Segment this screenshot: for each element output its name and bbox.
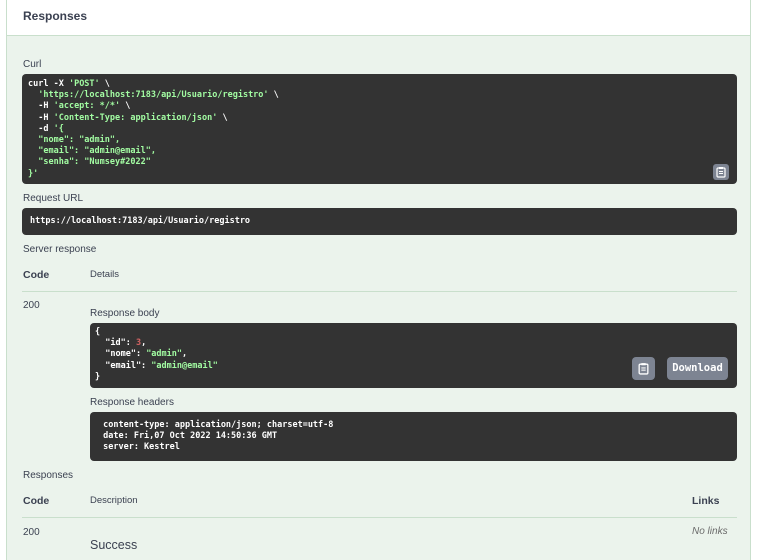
response-headers-block[interactable]: content-type: application/json; charset=… [90, 412, 737, 461]
responses-description-header: Description [90, 495, 138, 506]
response-body-line: { [95, 327, 101, 337]
copy-curl-button[interactable] [713, 164, 729, 180]
server-response-label: Server response [23, 244, 97, 255]
curl-line: "email": "admin@email", [28, 146, 156, 157]
server-response-code: 200 [23, 300, 40, 311]
clipboard-icon [716, 167, 726, 178]
curl-code-block[interactable]: curl -X 'POST' \ 'https://localhost:7183… [22, 74, 737, 184]
responses-links-header: Links [692, 495, 720, 507]
responses-header: Responses [7, 0, 750, 36]
response-body-block[interactable]: { "id": 3, "nome": "admin", "email": "ad… [90, 323, 737, 388]
curl-line: -H 'accept: */*' \ [28, 101, 131, 112]
responses-code: 200 [23, 527, 40, 538]
server-response-code-header: Code [23, 269, 50, 281]
response-body-line: "nome": "admin", [95, 349, 188, 360]
download-button[interactable]: Download [667, 357, 728, 380]
curl-line: }' [28, 168, 39, 179]
curl-line: "nome": "admin", [28, 135, 121, 146]
curl-line: -H 'Content-Type: application/json' \ [28, 112, 228, 123]
curl-line: curl -X 'POST' \ [28, 79, 110, 89]
responses-description: Success [90, 538, 138, 552]
copy-response-button[interactable] [632, 357, 655, 380]
section-title: Responses [23, 9, 88, 23]
response-body-line: } [95, 371, 101, 382]
responses-divider [22, 517, 737, 518]
response-header-line: content-type: application/json; charset=… [98, 420, 339, 430]
server-response-divider [22, 291, 737, 292]
responses-code-header: Code [23, 495, 50, 507]
curl-line: "senha": "Numsey#2022" [28, 157, 151, 168]
responses-links: No links [692, 526, 728, 537]
responses-label: Responses [23, 470, 74, 481]
request-url-label: Request URL [23, 193, 84, 204]
response-headers-label: Response headers [90, 397, 174, 408]
request-url-value: https://localhost:7183/api/Usuario/regis… [30, 215, 251, 226]
curl-line: -d '{ [28, 123, 64, 134]
request-url-block[interactable]: https://localhost:7183/api/Usuario/regis… [22, 208, 737, 235]
responses-panel: Responses Curl curl -X 'POST' \ 'https:/… [6, 0, 751, 560]
curl-line: 'https://localhost:7183/api/Usuario/regi… [38, 90, 279, 101]
server-response-details-header: Details [90, 269, 120, 280]
response-header-line: date: Fri,07 Oct 2022 14:50:36 GMT [98, 431, 283, 442]
response-body-line: "id": 3, [95, 338, 147, 349]
curl-label: Curl [23, 59, 42, 70]
clipboard-icon [638, 363, 649, 375]
response-body-line: "email": "admin@email" [95, 360, 218, 371]
response-headers-text: content-type: application/json; charset=… [98, 420, 729, 454]
response-body-label: Response body [90, 308, 160, 319]
response-header-line: server: Kestrel [98, 442, 185, 453]
curl-command: curl -X 'POST' \ 'https://localhost:7183… [28, 79, 731, 180]
